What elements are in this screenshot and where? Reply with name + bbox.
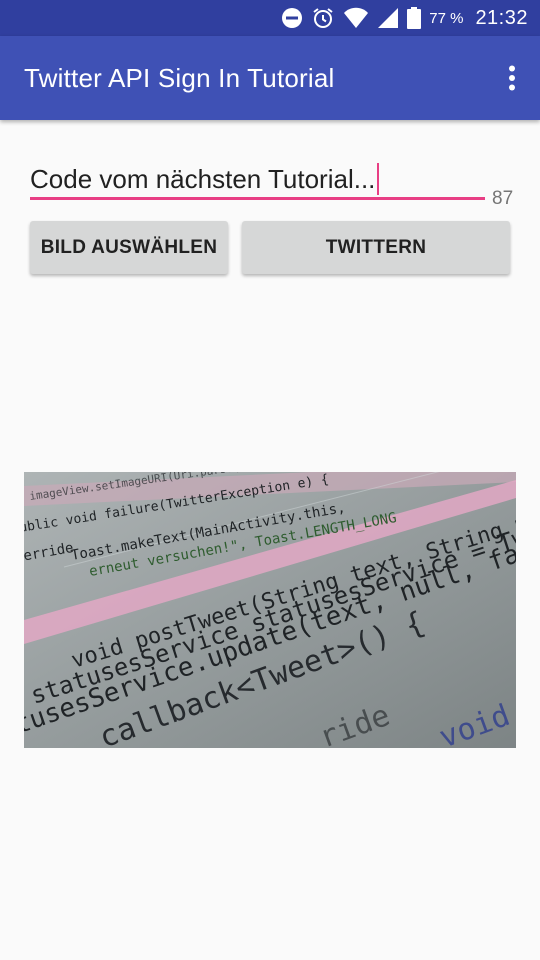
selected-image-preview: imageView.setImageURI(Uri.parse( ublic v…	[24, 472, 516, 748]
wifi-icon	[343, 7, 369, 29]
app-title: Twitter API Sign In Tutorial	[24, 62, 335, 93]
battery-percent: 77 %	[429, 9, 464, 27]
tweet-button[interactable]: TWITTERN	[242, 221, 510, 274]
app-bar: Twitter API Sign In Tutorial	[0, 36, 540, 120]
signal-icon	[377, 7, 399, 29]
status-bar: 77 % 21:32	[0, 0, 540, 36]
tweet-text-input[interactable]: Code vom nächsten Tutorial...	[30, 160, 485, 200]
character-counter: 87	[492, 188, 514, 209]
do-not-disturb-icon	[281, 7, 303, 29]
pick-image-button[interactable]: BILD AUSWÄHLEN	[30, 221, 228, 274]
text-cursor	[377, 162, 380, 195]
battery-icon	[407, 7, 422, 29]
alarm-icon	[311, 6, 335, 30]
more-vert-icon[interactable]	[500, 60, 524, 96]
clock: 21:32	[475, 6, 528, 29]
tweet-text-value: Code vom nächsten Tutorial...	[30, 163, 376, 194]
